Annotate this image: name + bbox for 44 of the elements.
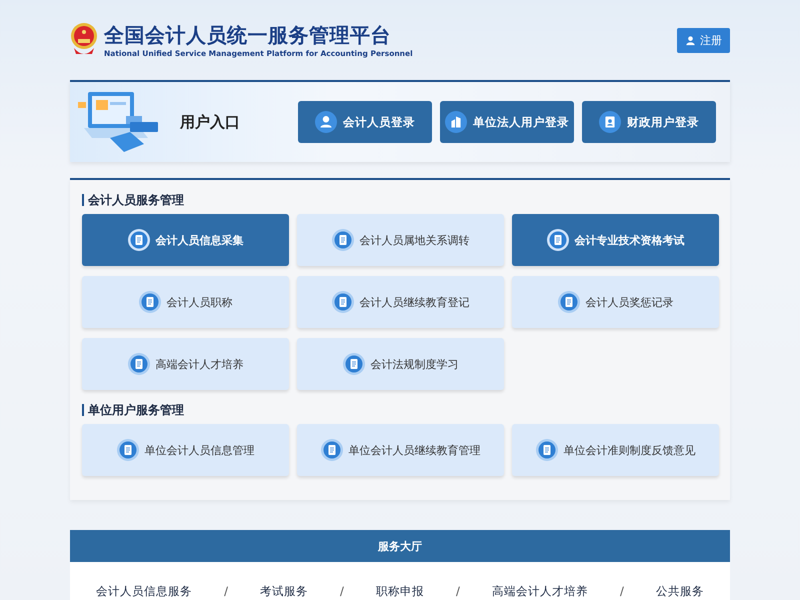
service-hall-header: 服务大厅 [70, 530, 730, 562]
nav-link[interactable]: 考试服务 [260, 584, 308, 600]
separator: / [456, 584, 460, 600]
service-tile[interactable]: 单位会计人员信息管理 [82, 424, 289, 476]
login-button[interactable]: 财政用户登录 [582, 101, 716, 143]
nav-link[interactable]: 会计人员信息服务 [96, 584, 192, 600]
document-icon [116, 439, 138, 461]
document-icon [332, 229, 354, 251]
building-icon [445, 111, 467, 133]
login-button[interactable]: 单位法人用户登录 [440, 101, 574, 143]
service-tile[interactable]: 单位会计准则制度反馈意见 [512, 424, 719, 476]
document-icon [332, 291, 354, 313]
nav-link[interactable]: 高端会计人才培养 [492, 584, 588, 600]
service-tile[interactable]: 高端会计人才培养 [82, 338, 289, 390]
document-icon [320, 439, 342, 461]
section-heading: 单位用户服务管理 [82, 404, 184, 416]
document-icon [546, 229, 568, 251]
service-tile[interactable]: 会计人员信息采集 [82, 214, 289, 266]
nav-link[interactable]: 职称申报 [376, 584, 424, 600]
site-title: 全国会计人员统一服务管理平台 [104, 22, 392, 49]
service-tile[interactable]: 会计法规制度学习 [297, 338, 504, 390]
separator: / [620, 584, 624, 600]
nav-link[interactable]: 公共服务 [656, 584, 704, 600]
section-heading: 会计人员服务管理 [82, 194, 184, 206]
document-icon [342, 353, 364, 375]
service-tile[interactable]: 会计专业技术资格考试 [512, 214, 719, 266]
document-icon [138, 291, 160, 313]
service-tile[interactable]: 单位会计人员继续教育管理 [297, 424, 504, 476]
login-button[interactable]: 会计人员登录 [298, 101, 432, 143]
document-icon [128, 229, 150, 251]
separator: / [224, 584, 228, 600]
id-card-icon [599, 111, 621, 133]
register-button[interactable]: 注册 [677, 28, 730, 52]
login-title: 用户入口 [180, 112, 241, 132]
document-icon [536, 439, 558, 461]
person-icon [685, 34, 696, 46]
service-tile[interactable]: 会计人员职称 [82, 276, 289, 328]
service-tile[interactable]: 会计人员继续教育登记 [297, 276, 504, 328]
service-tile[interactable]: 会计人员属地关系调转 [297, 214, 504, 266]
separator: / [340, 584, 344, 600]
document-icon [558, 291, 580, 313]
service-tile[interactable]: 会计人员奖惩记录 [512, 276, 719, 328]
document-icon [128, 353, 150, 375]
person-icon [315, 111, 337, 133]
